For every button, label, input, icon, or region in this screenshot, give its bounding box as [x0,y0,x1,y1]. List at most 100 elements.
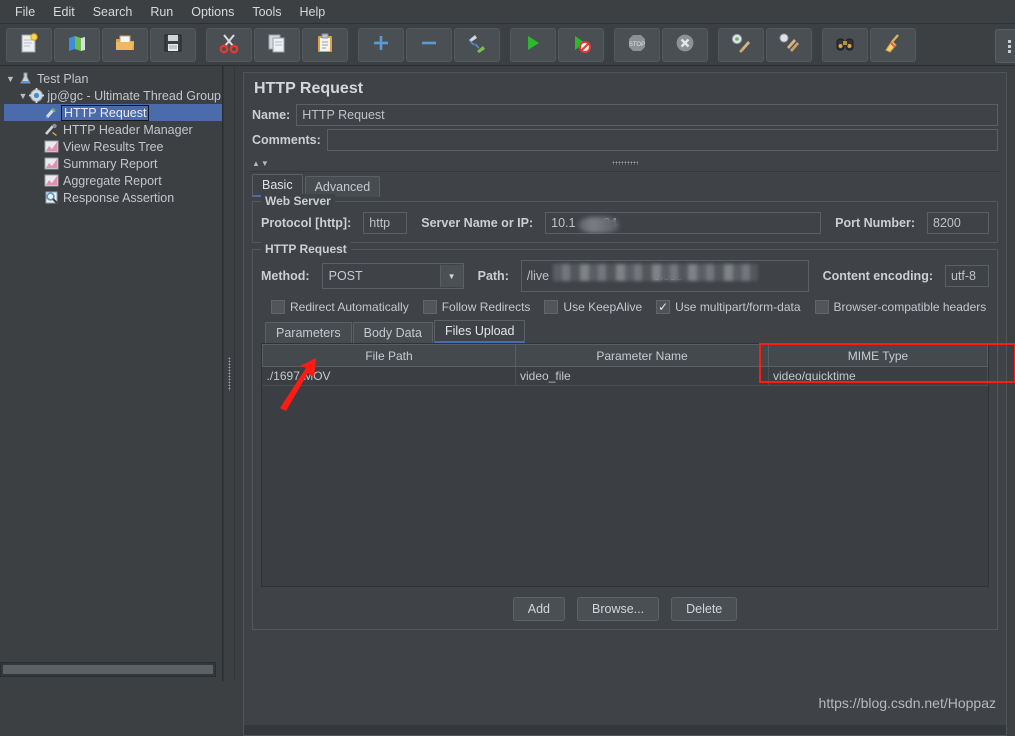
files-upload-table[interactable]: File Path Parameter Name MIME Type ./1697.… [262,344,988,584]
table-column-header[interactable]: MIME Type [768,344,988,367]
table-empty-row [263,458,988,476]
menu-item-tools[interactable]: Tools [243,2,290,22]
open-button[interactable] [102,27,148,62]
broom-icon [882,32,904,57]
tree-item-aggregate-report[interactable]: Aggregate Report [4,172,222,189]
menu-item-run[interactable]: Run [141,2,182,22]
cut-button[interactable] [206,27,252,62]
add-button[interactable]: Add [512,597,565,621]
tree-expand-toggle-icon[interactable]: ▼ [4,74,17,84]
path-field-wrapper [520,260,809,292]
checkbox-follow-redirects[interactable]: Follow Redirects [422,300,530,314]
search-button[interactable] [822,27,868,62]
clear-all-icon [778,32,800,57]
open-folder-icon [114,32,136,57]
encoding-input[interactable] [945,265,989,287]
inner-tab-parameters[interactable]: Parameters [265,322,352,343]
protocol-input[interactable] [363,212,408,234]
tree-item-http-request[interactable]: HTTP Request [4,104,222,121]
tree-horizontal-scrollbar[interactable] [0,662,216,677]
tree-item-response-assertion[interactable]: Response Assertion [4,189,222,206]
encoding-label: Content encoding: [822,269,933,283]
new-test-plan-button[interactable] [6,27,52,62]
port-input[interactable] [927,212,989,234]
table-column-header[interactable]: Parameter Name [515,344,769,367]
checkbox-box-icon[interactable] [656,300,671,314]
save-button[interactable] [150,27,196,62]
table-cell[interactable]: video/quicktime [768,366,988,386]
tree-item-test-plan[interactable]: ▼ Test Plan [4,70,222,87]
table-empty-row [263,422,988,440]
table-cell[interactable]: ./1697.MOV [262,366,516,386]
shutdown-button[interactable] [662,27,708,62]
checkbox-box-icon[interactable] [814,300,829,314]
files-upload-buttons: Add Browse... Delete [261,597,989,621]
http-request-icon [43,105,60,121]
menu-item-file[interactable]: File [6,2,44,22]
tree-item-jp-gc-ultimate-thread-group[interactable]: ▼ jp@gc - Ultimate Thread Group [4,87,222,104]
inner-tab-files-upload[interactable]: Files Upload [433,320,526,343]
copy-button[interactable] [254,27,300,62]
toggle-button[interactable] [454,27,500,62]
tree-item-summary-report[interactable]: Summary Report [4,155,222,172]
table-cell[interactable]: video_file [515,366,769,386]
start-no-pauses-button[interactable] [558,27,604,62]
checkbox-use-multipart-form-data[interactable]: Use multipart/form-data [656,300,801,314]
table-empty-cell [769,404,988,422]
main-tabs[interactable]: Basic Advanced [244,172,1006,197]
menu-bar: File Edit Search Run Options Tools Help [0,0,1015,24]
name-input[interactable] [296,104,998,126]
menu-item-search[interactable]: Search [84,2,142,22]
clear-button[interactable] [718,27,764,62]
checkbox-label: Browser-compatible headers [833,300,987,314]
protocol-label: Protocol [http]: [261,216,352,230]
tree-item-http-header-manager[interactable]: HTTP Header Manager [4,121,222,138]
table-empty-cell [769,548,988,566]
thread-group-icon [29,88,45,104]
vertical-splitter[interactable] [223,66,235,681]
panel-horizontal-scrollbar[interactable] [244,725,1006,735]
menu-item-edit[interactable]: Edit [44,2,84,22]
browse-button[interactable]: Browse... [577,597,660,621]
menu-item-help[interactable]: Help [291,2,335,22]
test-plan-tree[interactable]: ▼ Test Plan ▼ jp@gc - Ultimate Thread Group… [0,66,222,206]
table-empty-cell [769,386,988,405]
request-body-tabs[interactable]: Parameters Body Data Files Upload [261,316,989,343]
horizontal-splitter[interactable]: ▲▼ [250,155,1000,172]
tree-item-view-results-tree[interactable]: View Results Tree [4,138,222,155]
collapse-button[interactable] [406,27,452,62]
header-manager-icon [43,122,60,138]
clear-all-button[interactable] [766,27,812,62]
checkbox-browser-compatible-headers[interactable]: Browser-compatible headers [814,300,987,314]
table-column-header[interactable]: File Path [262,344,516,367]
paste-button[interactable] [302,27,348,62]
stop-button[interactable]: STOP [614,27,660,62]
tree-item-label: Summary Report [63,156,158,171]
comments-input[interactable] [326,129,998,151]
table-empty-cell [263,548,516,566]
splitter-collapse-icons[interactable]: ▲▼ [250,159,270,168]
delete-button[interactable]: Delete [671,597,738,621]
menu-item-options[interactable]: Options [182,2,243,22]
table-row[interactable]: ./1697.MOV video_file video/quicktime [262,366,988,386]
checkbox-redirect-automatically[interactable]: Redirect Automatically [271,300,409,314]
chevron-down-icon[interactable]: ▼ [439,265,463,287]
toolbar-overflow-button[interactable] [995,29,1015,63]
tree-item-label: Response Assertion [63,190,175,205]
method-dropdown[interactable]: POST ▼ [321,263,464,289]
checkbox-label: Use multipart/form-data [675,300,801,314]
checkbox-use-keepalive[interactable]: Use KeepAlive [544,300,642,314]
start-button[interactable] [510,27,556,62]
checkbox-box-icon[interactable] [422,300,437,314]
checkbox-box-icon[interactable] [271,300,285,314]
splitter-grip-icon [227,356,231,391]
table-empty-cell [769,422,988,440]
templates-button[interactable] [54,27,100,62]
reset-search-button[interactable] [870,27,916,62]
expand-button[interactable] [358,27,404,62]
tree-expand-toggle-icon[interactable]: ▼ [17,91,29,101]
copy-pages-icon [266,32,288,57]
summary-report-icon [43,156,60,172]
inner-tab-body-data[interactable]: Body Data [352,322,433,343]
checkbox-box-icon[interactable] [544,300,559,314]
